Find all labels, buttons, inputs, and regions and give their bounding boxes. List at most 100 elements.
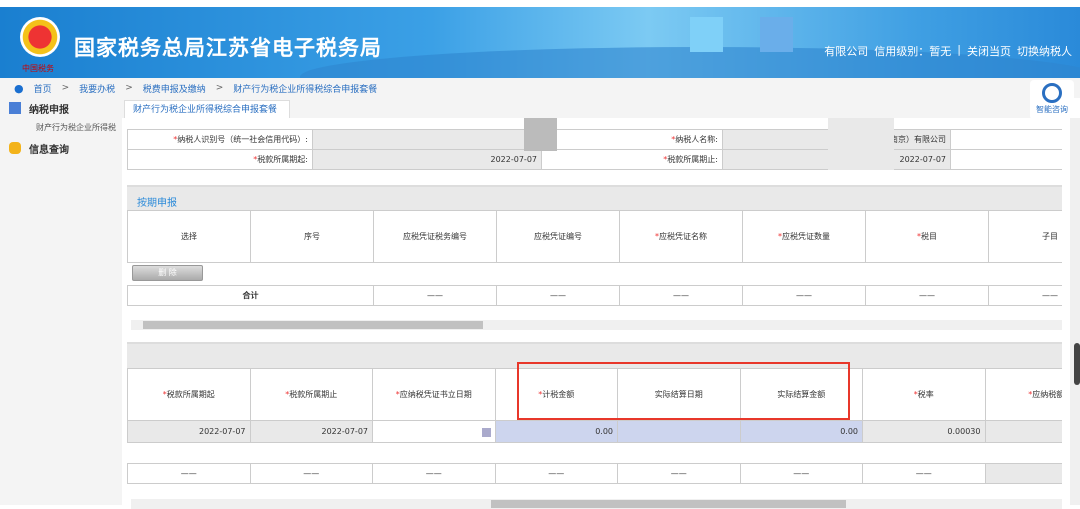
breadcrumb-tax[interactable]: 我要办税 <box>79 82 115 95</box>
total-value: —— <box>495 464 618 484</box>
detail-cell[interactable] <box>373 421 496 443</box>
breadcrumb-declare[interactable]: 税费申报及缴纳 <box>143 82 206 95</box>
total-value: —— <box>863 464 986 484</box>
column-header-label: 应税凭证税务编号 <box>403 232 467 241</box>
breadcrumb: ● 首页 > 我要办税 > 税费申报及缴纳 > 财产行为税企业所得税综合申报套餐 <box>0 78 1080 98</box>
total-value: —— <box>740 464 863 484</box>
dash: —— <box>181 469 197 478</box>
total-label: 合计 <box>243 291 259 300</box>
switch-taxpayer-link[interactable]: 切换纳税人 <box>1017 43 1072 59</box>
dash: —— <box>919 291 935 300</box>
cell-value: 0.00 <box>840 427 858 436</box>
column-header: *应税凭证数量 <box>743 211 866 263</box>
column-header: *税率 <box>863 369 986 421</box>
column-header: *税款所属期起 <box>128 369 251 421</box>
close-page-link[interactable]: 关闭当页 <box>967 43 1011 59</box>
sidebar-label: 信息查询 <box>29 141 69 156</box>
section-title: 按期申报 <box>127 185 1062 210</box>
column-header: 应税凭证编号 <box>497 211 620 263</box>
total-value: —— <box>373 464 496 484</box>
breadcrumb-sep: > <box>216 83 224 93</box>
breadcrumb-current: 财产行为税企业所得税综合申报套餐 <box>233 82 377 95</box>
tax-emblem-logo <box>20 17 60 57</box>
declare-icon <box>9 102 21 114</box>
column-header-label: 税目 <box>921 232 937 241</box>
dash: —— <box>548 469 564 478</box>
dash: —— <box>793 469 809 478</box>
column-header: 选择 <box>128 211 251 263</box>
chat-icon <box>9 142 21 154</box>
taxpayer-name-label: 纳税人名称: <box>675 135 718 144</box>
column-header: *税款所属期止 <box>250 369 373 421</box>
location-pin-icon: ● <box>14 82 24 95</box>
column-header-label: 选择 <box>181 232 197 241</box>
column-header: 应税凭证税务编号 <box>374 211 497 263</box>
column-header-label: 税款所属期止 <box>289 390 337 399</box>
column-header-label: 应纳税额 <box>1032 390 1064 399</box>
column-header-label: 应税凭证数量 <box>782 232 830 241</box>
breadcrumb-home[interactable]: 首页 <box>34 82 52 95</box>
column-header-label: 应税凭证编号 <box>534 232 582 241</box>
tab-combined-declaration[interactable]: 财产行为税企业所得税综合申报套餐 <box>124 100 290 119</box>
column-header-label: 税率 <box>918 390 934 399</box>
taxpayer-info-table: *纳税人识别号（统一社会信用代码）:91*纳税人名称:南京）有限公司 *税款所属… <box>127 129 1063 170</box>
column-header-label: 应纳税凭证书立日期 <box>400 390 472 399</box>
column-header: *应纳税凭证书立日期 <box>373 369 496 421</box>
period-start-value: 2022-07-07 <box>313 150 542 170</box>
horizontal-scrollbar[interactable] <box>131 320 1062 330</box>
site-title: 国家税务总局江苏省电子税务局 <box>74 32 382 62</box>
sidebar-item-tax-declare[interactable]: 纳税申报 <box>0 98 120 118</box>
smart-consult-button[interactable]: 智能咨询 <box>1030 80 1074 120</box>
tax-detail-total-row: —— —— —— —— —— —— —— <box>127 463 1080 484</box>
headset-icon <box>1042 83 1062 103</box>
cell-value: 2022-07-07 <box>322 427 369 436</box>
detail-cell[interactable] <box>618 421 741 443</box>
detail-cell[interactable]: 0.00 <box>740 421 863 443</box>
column-header-label: 税款所属期起 <box>167 390 215 399</box>
dash: —— <box>427 291 443 300</box>
total-value: —— <box>866 286 989 306</box>
detail-cell: 2022-07-07 <box>250 421 373 443</box>
breadcrumb-sep: > <box>125 83 133 93</box>
voucher-total-row: 合计———————————— <box>127 285 1080 306</box>
dash: —— <box>1042 291 1058 300</box>
detail-cell[interactable]: 0.00 <box>495 421 618 443</box>
sidebar-subitem[interactable]: 财产行为税企业所得税 <box>0 118 120 138</box>
help-label: 智能咨询 <box>1036 105 1068 114</box>
sidebar-item-info-query[interactable]: 信息查询 <box>0 138 120 158</box>
period-start-label: 税款所属期起: <box>257 155 308 164</box>
cell-value: 2022-07-07 <box>199 427 246 436</box>
sidebar-label: 纳税申报 <box>29 101 69 116</box>
total-value: —— <box>618 464 741 484</box>
dash: —— <box>796 291 812 300</box>
total-value: —— <box>374 286 497 306</box>
calendar-icon[interactable] <box>482 428 491 437</box>
total-value: —— <box>250 464 373 484</box>
horizontal-scrollbar[interactable] <box>131 499 1062 509</box>
detail-cell: 0.00030 <box>863 421 986 443</box>
delete-button[interactable]: 删 除 <box>132 265 203 281</box>
taxpayer-id-value: 91 <box>313 130 542 150</box>
cell-value: 0.00 <box>595 427 613 436</box>
column-header: *税目 <box>866 211 989 263</box>
vertical-scrollbar[interactable] <box>1070 118 1080 505</box>
dash: —— <box>426 469 442 478</box>
column-header-label: 子目 <box>1042 232 1058 241</box>
total-value: —— <box>743 286 866 306</box>
column-header-label: 序号 <box>304 232 320 241</box>
cell-value: 0.00030 <box>947 427 980 436</box>
total-cell: 合计 <box>128 286 374 306</box>
breadcrumb-sep: > <box>62 83 70 93</box>
detail-cell: 2022-07-07 <box>128 421 251 443</box>
voucher-table: 选择 序号 应税凭证税务编号 应税凭证编号 *应税凭证名称*应税凭证数量*税目 子目 <box>127 210 1080 263</box>
separator: | <box>957 43 961 59</box>
period-end-label: 税款所属期止: <box>667 155 718 164</box>
dash: —— <box>916 469 932 478</box>
column-header: 序号 <box>251 211 374 263</box>
company-name: 有限公司 <box>824 43 868 59</box>
total-value: —— <box>128 464 251 484</box>
site-header: 中国税务 国家税务总局江苏省电子税务局 有限公司 信用级别：暂无 | 关闭当页 … <box>0 7 1080 78</box>
total-value: —— <box>620 286 743 306</box>
dash: —— <box>671 469 687 478</box>
column-header: *应税凭证名称 <box>620 211 743 263</box>
